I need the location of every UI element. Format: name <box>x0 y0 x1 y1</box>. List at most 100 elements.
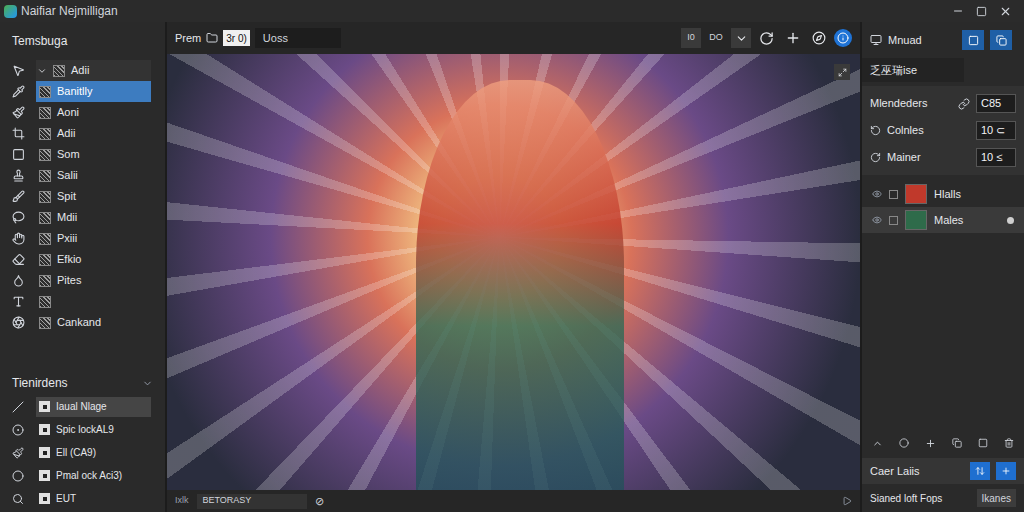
layer-item[interactable]: Males <box>862 207 1024 233</box>
footer-label: Caer Laiis <box>870 463 920 480</box>
property-value[interactable]: 10 ≤ <box>976 148 1016 167</box>
play-icon[interactable] <box>842 496 852 506</box>
chevron-down-icon[interactable] <box>735 32 748 45</box>
monitor-icon[interactable] <box>870 34 882 46</box>
property-row: MlendedersC85 <box>862 90 1024 117</box>
toolbar-button[interactable]: I0 <box>681 28 701 48</box>
artwork-canvas[interactable] <box>167 54 860 490</box>
info-button[interactable] <box>834 29 852 47</box>
tool-icon[interactable] <box>12 211 25 224</box>
folder-icon[interactable] <box>206 32 218 44</box>
tool-icon[interactable] <box>12 190 25 203</box>
tool-icon[interactable] <box>12 274 25 287</box>
layer-box <box>39 447 50 458</box>
tool-row[interactable]: Salii <box>0 165 165 186</box>
close-icon[interactable] <box>999 5 1012 18</box>
tool-label: Mdii <box>57 209 77 226</box>
tool-icon[interactable] <box>12 127 25 140</box>
property-value[interactable]: 10 ⊂ <box>976 121 1016 140</box>
panel-button[interactable] <box>962 30 984 50</box>
zoom-field[interactable]: 3r 0) <box>223 30 250 46</box>
toolbar-button[interactable]: DO <box>706 28 726 48</box>
tool-row[interactable]: Aoni <box>0 102 165 123</box>
tool-icon[interactable] <box>12 64 25 77</box>
layer-thumbnail <box>39 170 51 182</box>
plus-icon[interactable] <box>785 30 801 46</box>
layer-tool-icon[interactable] <box>12 424 24 436</box>
tool-icon[interactable] <box>12 106 25 119</box>
link-icon[interactable] <box>958 98 970 110</box>
minimize-icon[interactable] <box>952 5 964 17</box>
duplicate-icon[interactable] <box>952 438 962 448</box>
tool-row[interactable]: Spit <box>0 186 165 207</box>
copy-icon[interactable] <box>996 35 1007 46</box>
search-field[interactable]: Uoss <box>255 28 341 48</box>
layer-tool-icon[interactable] <box>12 470 24 482</box>
canvas-corner-button[interactable] <box>834 64 850 80</box>
visibility-icon[interactable] <box>872 189 882 199</box>
tool-row[interactable] <box>0 291 165 312</box>
mask-icon[interactable] <box>978 438 988 448</box>
status-field[interactable]: BETORASY <box>197 494 307 509</box>
panel-title: Mnuad <box>888 32 922 49</box>
property-value[interactable]: C85 <box>976 94 1016 113</box>
layer-row[interactable]: EUT <box>0 487 165 510</box>
dropdown-button[interactable] <box>731 28 751 48</box>
tool-row[interactable]: Efkio <box>0 249 165 270</box>
layer-row[interactable]: Ell (CA9) <box>0 441 165 464</box>
tool-row[interactable]: Cankand <box>0 312 165 333</box>
layer-checkbox[interactable] <box>889 190 898 199</box>
layer-row[interactable]: Iaual Nlage <box>0 395 165 418</box>
options-button[interactable]: Ikanes <box>977 489 1016 507</box>
layer-row[interactable]: Pmal ock Aci3) <box>0 464 165 487</box>
layer-name: Males <box>934 212 963 229</box>
delete-icon[interactable] <box>1004 438 1014 448</box>
circle-icon[interactable] <box>899 438 909 448</box>
layer-tool-icon[interactable] <box>12 447 24 459</box>
tool-row[interactable]: Adii <box>0 60 165 81</box>
section-header[interactable]: Tienirdens <box>0 371 165 395</box>
tool-row[interactable]: Som <box>0 144 165 165</box>
tool-row[interactable]: Pxiii <box>0 228 165 249</box>
sort-icon[interactable] <box>975 466 985 476</box>
compass-icon[interactable] <box>812 31 826 45</box>
refresh-icon[interactable] <box>759 31 774 46</box>
panel-subtitle: 乏巫瑞ise <box>862 58 964 82</box>
tool-row[interactable]: Pites <box>0 270 165 291</box>
tool-icon[interactable] <box>12 253 25 266</box>
layer-box <box>39 493 50 504</box>
toolbar: Prem3r 0)UossI0DO <box>167 22 860 54</box>
tool-icon[interactable] <box>12 85 25 98</box>
move-up-icon[interactable] <box>872 438 883 449</box>
tool-icon[interactable] <box>12 148 25 161</box>
add-icon[interactable] <box>925 438 936 449</box>
tool-icon[interactable] <box>12 295 25 308</box>
layer-tool-icon[interactable] <box>12 493 24 505</box>
tool-icon[interactable] <box>12 316 25 329</box>
expand-icon[interactable] <box>37 66 47 76</box>
layer-item[interactable]: Hlalls <box>862 181 1024 207</box>
layer-row[interactable]: Spic lockAL9 <box>0 418 165 441</box>
status-label: Ixlk <box>175 494 189 508</box>
layer-tool-icon[interactable] <box>12 401 24 413</box>
tool-row[interactable]: Mdii <box>0 207 165 228</box>
expand-icon[interactable] <box>838 68 847 77</box>
property-icon[interactable] <box>870 152 881 163</box>
square-icon[interactable] <box>968 35 979 46</box>
footer-button[interactable] <box>996 462 1016 480</box>
tool-icon[interactable] <box>12 232 25 245</box>
panel-button[interactable] <box>990 30 1012 50</box>
maximize-icon[interactable] <box>976 6 987 17</box>
footer-button[interactable] <box>970 462 990 480</box>
layer-actions <box>862 432 1024 454</box>
chevron-down-icon[interactable] <box>142 378 153 389</box>
info-icon[interactable] <box>837 32 849 44</box>
property-icon[interactable] <box>870 125 881 136</box>
tool-icon[interactable] <box>12 169 25 182</box>
tool-row[interactable]: Adii <box>0 123 165 144</box>
tool-row[interactable]: Banitlly <box>0 81 165 102</box>
visibility-icon[interactable] <box>872 215 882 225</box>
add-icon[interactable] <box>1001 466 1011 476</box>
layer-checkbox[interactable] <box>889 216 898 225</box>
status-symbol[interactable]: ⊘ <box>315 493 324 510</box>
